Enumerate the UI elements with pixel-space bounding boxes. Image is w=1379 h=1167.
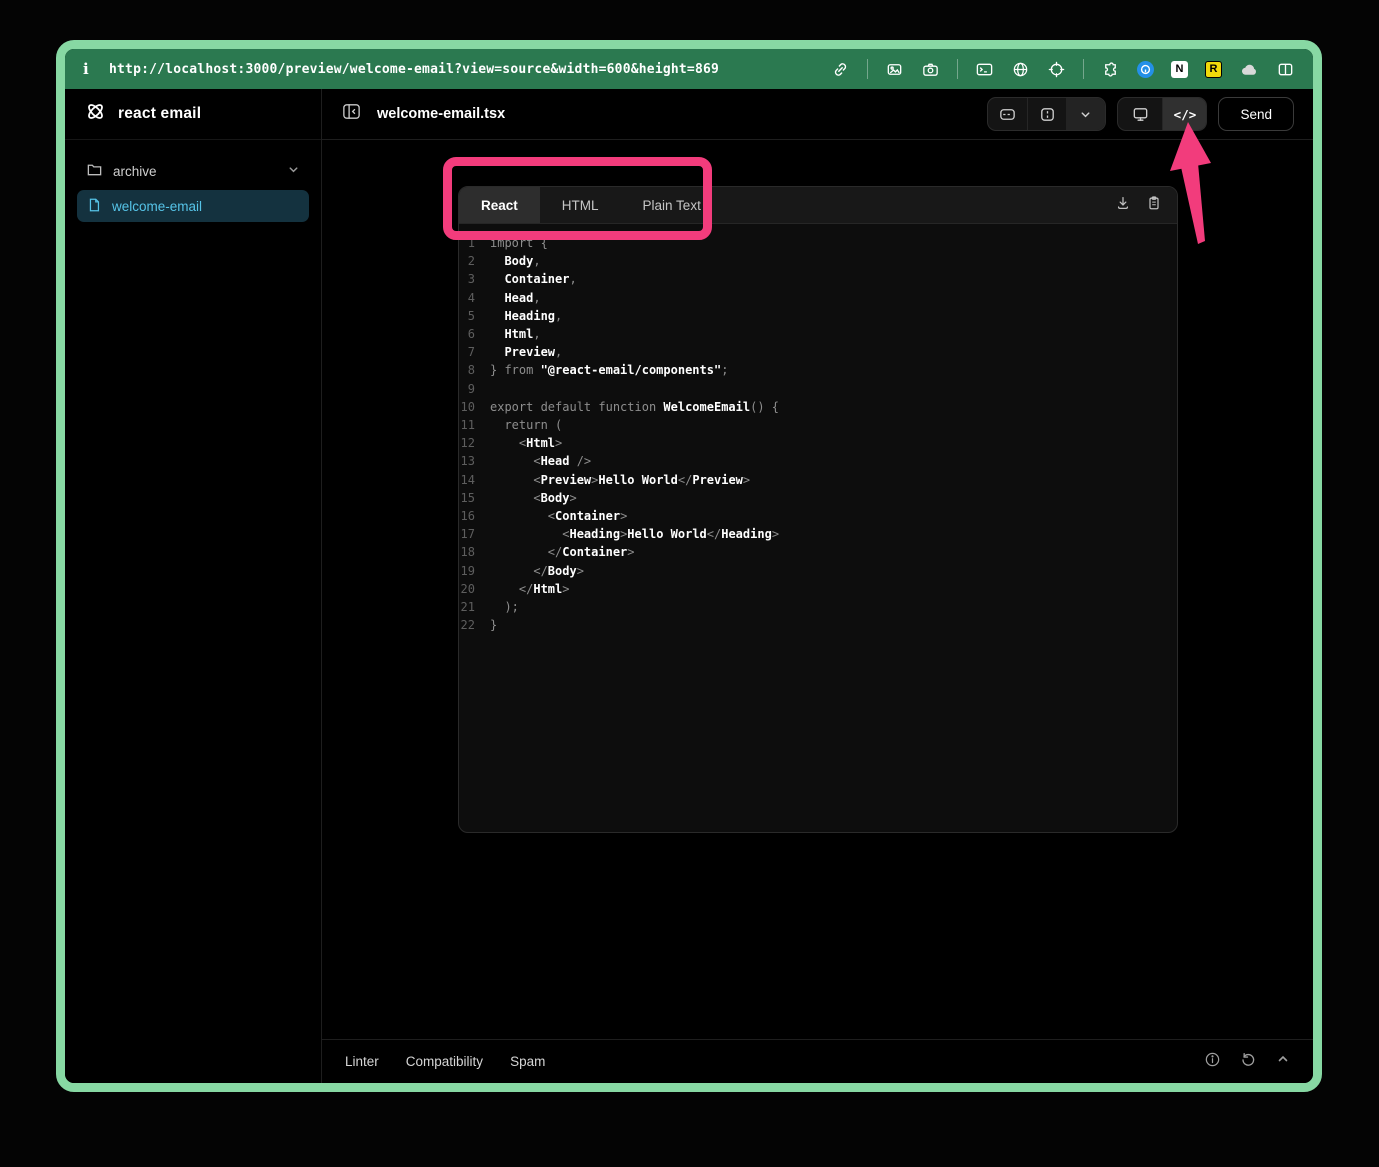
copy-clipboard-icon[interactable] xyxy=(1146,195,1162,216)
sidebar-header: react email xyxy=(65,89,321,140)
bottom-toolbar: Linter Compatibility Spam xyxy=(322,1039,1313,1083)
tab-plain-text[interactable]: Plain Text xyxy=(621,187,723,223)
code-line: 6 Html, xyxy=(459,325,1177,343)
tab-linter[interactable]: Linter xyxy=(345,1054,379,1069)
code-line: 3 Container, xyxy=(459,270,1177,288)
code-line: 15 <Body> xyxy=(459,489,1177,507)
image-icon[interactable] xyxy=(885,60,904,79)
code-line: 8} from "@react-email/components"; xyxy=(459,361,1177,379)
tab-react[interactable]: React xyxy=(459,187,540,223)
code-line: 2 Body, xyxy=(459,252,1177,270)
terminal-icon[interactable] xyxy=(975,60,994,79)
code-toggle-button[interactable]: </> xyxy=(1162,98,1206,130)
code-line: 16 <Container> xyxy=(459,507,1177,525)
chevron-up-icon[interactable] xyxy=(1276,1052,1290,1071)
code-line: 1import { xyxy=(459,234,1177,252)
puzzle-icon[interactable] xyxy=(1101,60,1120,79)
url-text[interactable]: http://localhost:3000/preview/welcome-em… xyxy=(109,62,719,77)
notion-icon[interactable]: N xyxy=(1171,61,1188,78)
code-line: 21 ); xyxy=(459,598,1177,616)
code-line: 7 Preview, xyxy=(459,343,1177,361)
code-line: 13 <Head /> xyxy=(459,452,1177,470)
sidebar-toggle-icon[interactable] xyxy=(341,101,362,127)
code-editor[interactable]: 1import {2 Body,3 Container,4 Head,5 Hea… xyxy=(459,224,1177,832)
browser-url-bar[interactable]: i http://localhost:3000/preview/welcome-… xyxy=(65,49,1313,89)
code-line: 19 </Body> xyxy=(459,562,1177,580)
info-icon[interactable] xyxy=(1204,1051,1221,1073)
toolbar-separator xyxy=(957,59,958,79)
sidebar-item-label: welcome-email xyxy=(112,199,202,214)
desktop-view-button[interactable] xyxy=(1118,98,1162,130)
sidebar-item-label: archive xyxy=(113,164,157,179)
viewport-width-button[interactable] xyxy=(988,98,1027,130)
toolbar-separator xyxy=(1083,59,1084,79)
browser-window: i http://localhost:3000/preview/welcome-… xyxy=(56,40,1322,1092)
link-icon[interactable] xyxy=(831,60,850,79)
r-extension-icon[interactable]: R xyxy=(1205,61,1222,78)
viewport-height-button[interactable] xyxy=(1027,98,1066,130)
code-line: 14 <Preview>Hello World</Preview> xyxy=(459,471,1177,489)
code-line: 11 return ( xyxy=(459,416,1177,434)
send-button[interactable]: Send xyxy=(1218,97,1294,131)
onepassword-icon[interactable] xyxy=(1137,61,1154,78)
sidebar: react email archive xyxy=(65,89,322,1083)
code-line: 17 <Heading>Hello World</Heading> xyxy=(459,525,1177,543)
sidebar-item-welcome-email[interactable]: welcome-email xyxy=(77,190,309,222)
source-code-panel: React HTML Plain Text xyxy=(458,186,1178,833)
folder-icon xyxy=(86,161,103,181)
code-line: 9 xyxy=(459,380,1177,398)
tab-spam[interactable]: Spam xyxy=(510,1054,545,1069)
code-line: 5 Heading, xyxy=(459,307,1177,325)
page-title: welcome-email.tsx xyxy=(377,106,505,122)
sidebar-item-archive[interactable]: archive xyxy=(77,155,309,187)
viewport-size-control xyxy=(987,97,1106,131)
viewport-dropdown-button[interactable] xyxy=(1066,98,1105,130)
code-view-tabs: React HTML Plain Text xyxy=(459,187,1177,224)
react-email-logo-icon xyxy=(84,100,107,128)
code-line: 18 </Container> xyxy=(459,543,1177,561)
code-line: 10export default function WelcomeEmail()… xyxy=(459,398,1177,416)
file-icon xyxy=(86,197,102,216)
toolbar-separator xyxy=(867,59,868,79)
code-line: 22} xyxy=(459,616,1177,634)
globe-icon[interactable] xyxy=(1011,60,1030,79)
code-line: 20 </Html> xyxy=(459,580,1177,598)
code-line: 12 <Html> xyxy=(459,434,1177,452)
main-header: welcome-email.tsx xyxy=(322,89,1313,140)
view-mode-toggle: </> xyxy=(1117,97,1207,131)
sidebar-nav: archive welcome-email xyxy=(65,140,321,237)
tab-html[interactable]: HTML xyxy=(540,187,621,223)
code-line: 4 Head, xyxy=(459,289,1177,307)
refresh-icon[interactable] xyxy=(1240,1051,1257,1073)
target-icon[interactable] xyxy=(1047,60,1066,79)
chevron-down-icon xyxy=(287,163,300,179)
main-panel: welcome-email.tsx xyxy=(322,89,1313,1083)
tab-compatibility[interactable]: Compatibility xyxy=(406,1054,483,1069)
camera-icon[interactable] xyxy=(921,60,940,79)
main-content: React HTML Plain Text xyxy=(322,140,1313,1039)
download-icon[interactable] xyxy=(1115,195,1131,216)
cloud-icon[interactable] xyxy=(1239,60,1259,79)
split-view-icon[interactable] xyxy=(1276,60,1295,79)
react-email-app: react email archive xyxy=(65,89,1313,1083)
page-info-icon[interactable]: i xyxy=(83,60,109,78)
app-logo-text: react email xyxy=(118,105,201,123)
code-lines: 1import {2 Body,3 Container,4 Head,5 Hea… xyxy=(459,234,1177,634)
